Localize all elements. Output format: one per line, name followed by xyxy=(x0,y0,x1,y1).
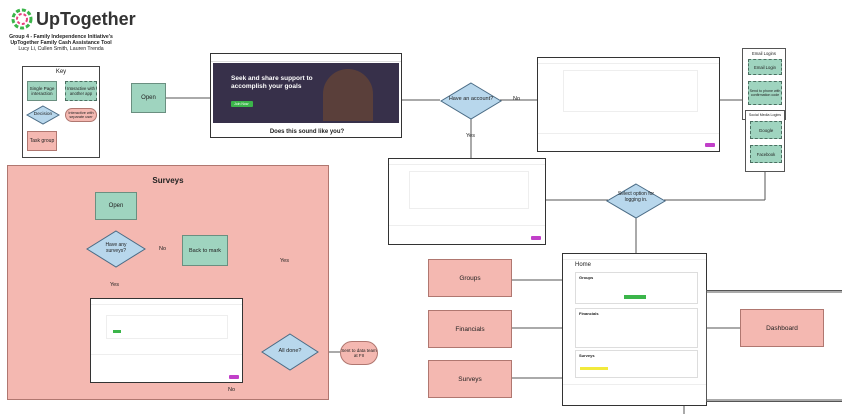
offscreen-box xyxy=(706,290,842,402)
edge-no-account: No xyxy=(513,96,521,102)
groups-task: Groups xyxy=(428,259,512,297)
edge-yes-account: Yes xyxy=(466,133,475,139)
key-decision-label: Decision xyxy=(33,112,53,117)
home-financials-section: Financials xyxy=(579,311,599,316)
financials-task: Financials xyxy=(428,310,512,348)
all-done-label: All done? xyxy=(278,348,302,354)
edge-yes-surveys: Yes xyxy=(110,282,119,288)
landing-join-button[interactable]: Join Now xyxy=(231,101,253,107)
facebook-login-option: Facebook xyxy=(750,145,782,163)
edge-no-surveys: No xyxy=(159,246,167,252)
sent-to-data-team: Sent to data team at FII xyxy=(340,341,378,365)
uptogether-logo: UpTogether xyxy=(10,6,140,32)
survey-screenshot xyxy=(90,298,243,383)
surveys-group-title: Surveys xyxy=(152,176,184,185)
landing-headline-2: accomplish your goals xyxy=(231,83,302,90)
key-single-page: Single Page interaction xyxy=(27,81,57,101)
legend-key: Key Single Page interaction Interactive … xyxy=(22,66,100,158)
landing-page-screenshot: Seek and share support to accomplish you… xyxy=(210,53,402,138)
email-logins-title: Email Logins xyxy=(752,51,776,56)
brand-name: UpTogether xyxy=(36,9,136,29)
signup-screenshot xyxy=(537,57,720,152)
home-title: Home xyxy=(575,262,592,268)
login-screenshot xyxy=(388,158,546,245)
key-task-group: Task group xyxy=(27,131,57,151)
social-logins-group: Social Media Logins Google Facebook xyxy=(745,110,785,172)
open-node: Open xyxy=(131,83,166,113)
edge-yes-done: Yes xyxy=(280,258,289,264)
edge-no-done: No xyxy=(228,387,236,393)
home-groups-section: Groups xyxy=(579,275,594,280)
logo-mark-icon xyxy=(11,8,33,30)
landing-headline-1: Seek and share support to xyxy=(231,75,313,82)
email-login-option: Email Login xyxy=(748,59,782,75)
home-surveys-section: Surveys xyxy=(579,353,595,358)
back-to-mark-node: Back to mark xyxy=(182,235,228,266)
landing-hero-photo xyxy=(323,69,373,121)
key-title: Key xyxy=(55,69,67,75)
surveys-task: Surveys xyxy=(428,360,512,398)
have-account-label: Have an account? xyxy=(448,96,494,102)
header-authors: Lucy Li, Cullen Smith, Lauren Trenda xyxy=(18,46,104,52)
select-option-label: Select option for logging in. xyxy=(617,191,655,203)
surveys-open-node: Open xyxy=(95,192,137,220)
google-login-option: Google xyxy=(750,121,782,139)
landing-caption: Does this sound like you? xyxy=(269,129,345,135)
email-confirm-option: Send to phone with confirmation code xyxy=(748,81,782,105)
have-surveys-label: Have any surveys? xyxy=(105,242,127,254)
home-screenshot: Home Groups Financials Surveys xyxy=(562,253,707,406)
social-logins-title: Social Media Logins xyxy=(748,113,782,117)
key-interactive-separate: Interactive with separate user xyxy=(65,108,97,122)
key-interactive-other: Interactive with another app xyxy=(65,81,97,101)
